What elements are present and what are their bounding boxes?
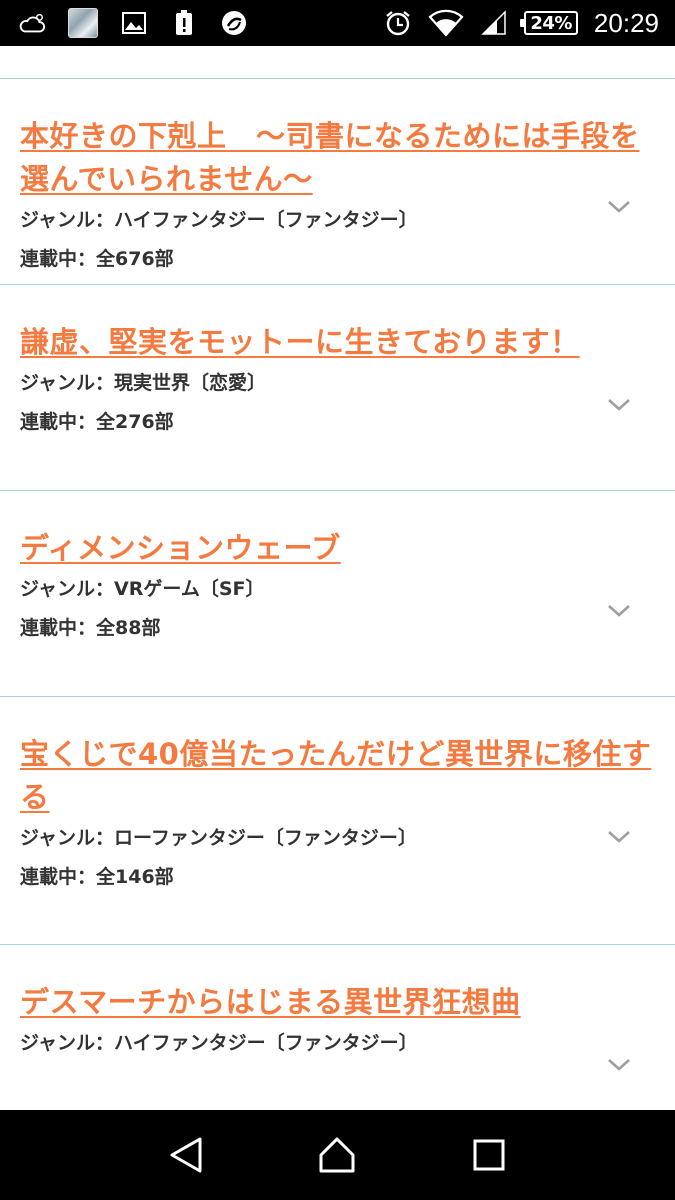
status-bar: 24% 20:29 bbox=[0, 0, 675, 46]
novel-genre: ジャンル：ハイファンタジー〔ファンタジー〕 bbox=[20, 1032, 418, 1054]
novel-title-link[interactable]: 本好きの下剋上 ～司書になるためには手段を選んでいられません～ bbox=[20, 115, 655, 201]
novel-title-link[interactable]: デスマーチからはじまる異世界狂想曲 bbox=[20, 981, 655, 1024]
novel-genre: ジャンル：VRゲーム〔SF〕 bbox=[20, 578, 265, 600]
novel-item: 謙虚、堅実をモットーに生きております！ ジャンル：現実世界〔恋愛〕 連載中：全2… bbox=[0, 285, 675, 491]
back-icon[interactable] bbox=[164, 1133, 208, 1177]
screen: 24% 20:29 本好きの下剋上 ～司書になるためには手段を選んでいられません… bbox=[0, 0, 675, 1200]
novel-genre: ジャンル：ハイファンタジー〔ファンタジー〕 bbox=[20, 209, 418, 231]
wifi-icon bbox=[428, 9, 464, 37]
novel-item: デスマーチからはじまる異世界狂想曲 ジャンル：ハイファンタジー〔ファンタジー〕 bbox=[0, 945, 675, 1110]
novel-genre: ジャンル：ローファンタジー〔ファンタジー〕 bbox=[20, 827, 417, 849]
novel-status: 連載中：全146部 bbox=[20, 866, 174, 888]
novel-title-link[interactable]: 謙虚、堅実をモットーに生きております！ bbox=[20, 321, 655, 364]
novel-title-link[interactable]: 宝くじで40億当たったんだけど異世界に移住する bbox=[20, 733, 655, 819]
status-bar-left bbox=[18, 8, 270, 38]
chevron-down-icon[interactable] bbox=[607, 1055, 631, 1075]
chevron-down-icon[interactable] bbox=[607, 601, 631, 621]
weather-cloud-icon bbox=[18, 9, 46, 37]
novel-title-link[interactable]: ディメンションウェーブ bbox=[20, 527, 655, 570]
sync-app-icon bbox=[220, 9, 248, 37]
chevron-down-icon[interactable] bbox=[607, 395, 631, 415]
novel-status: 連載中：全676部 bbox=[20, 248, 174, 270]
novel-item: ディメンションウェーブ ジャンル：VRゲーム〔SF〕 連載中：全88部 bbox=[0, 491, 675, 697]
navigation-bar bbox=[0, 1110, 675, 1200]
novel-genre: ジャンル：現実世界〔恋愛〕 bbox=[20, 372, 267, 394]
home-icon[interactable] bbox=[315, 1133, 359, 1177]
chevron-down-icon[interactable] bbox=[607, 197, 631, 217]
alarm-icon bbox=[384, 9, 412, 37]
novel-list: 本好きの下剋上 ～司書になるためには手段を選んでいられません～ ジャンル：ハイフ… bbox=[0, 46, 675, 1110]
gallery-icon bbox=[120, 9, 148, 37]
app-avatar-icon bbox=[68, 8, 98, 38]
status-bar-right: 24% 20:29 bbox=[368, 8, 659, 39]
alert-icon bbox=[170, 9, 198, 37]
chevron-down-icon[interactable] bbox=[607, 827, 631, 847]
clock: 20:29 bbox=[593, 7, 659, 38]
novel-status: 連載中：全88部 bbox=[20, 617, 161, 639]
novel-item: 本好きの下剋上 ～司書になるためには手段を選んでいられません～ ジャンル：ハイフ… bbox=[0, 79, 675, 285]
battery-indicator: 24% bbox=[520, 11, 578, 35]
novel-status: 連載中：全276部 bbox=[20, 411, 174, 433]
novel-item: 宝くじで40億当たったんだけど異世界に移住する ジャンル：ローファンタジー〔ファ… bbox=[0, 697, 675, 945]
signal-icon bbox=[480, 9, 508, 37]
recents-icon[interactable] bbox=[467, 1133, 511, 1177]
